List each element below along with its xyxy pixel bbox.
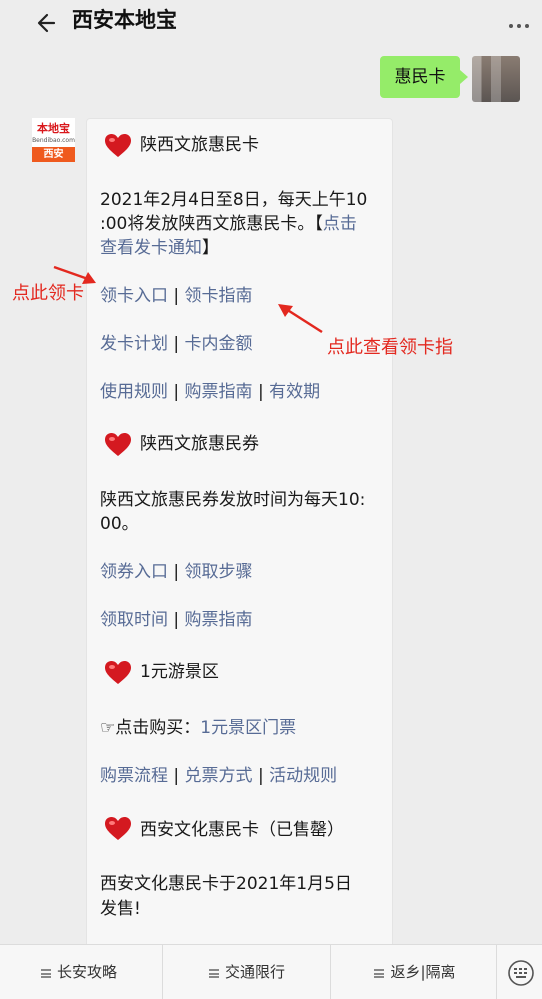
separator: | (173, 562, 180, 582)
link-row: 使用规则 | 购票指南 | 有效期 (100, 380, 320, 404)
claim-steps-link[interactable]: 领取步骤 (185, 562, 253, 582)
separator: | (257, 766, 264, 786)
more-dots-icon[interactable] (506, 14, 532, 34)
section-title: 1元游景区 (140, 662, 219, 682)
separator: | (173, 610, 180, 630)
paragraph-line: :00将发放陕西文旅惠民卡。【点击 (100, 212, 357, 236)
usage-rules-link[interactable]: 使用规则 (100, 382, 168, 402)
heart-icon (105, 433, 131, 456)
ticket-guide-link[interactable]: 购票指南 (185, 610, 253, 630)
divider (496, 945, 497, 999)
link-row: 领卡入口 | 领卡指南 (100, 284, 253, 308)
link-row: 发卡计划 | 卡内金额 (100, 332, 253, 356)
tab-changan-guide[interactable]: 长安攻略 (0, 945, 162, 999)
tab-return-home[interactable]: 返乡|隔离 (332, 945, 498, 999)
paragraph-line: 发售! (100, 899, 141, 919)
annotation-arrow-icon (53, 265, 96, 284)
separator: | (173, 766, 180, 786)
scenic-ticket-link[interactable]: 1元景区门票 (200, 718, 296, 738)
purchase-flow-link[interactable]: 购票流程 (100, 766, 168, 786)
menu-lines-icon (374, 969, 385, 978)
link-row: 购票流程 | 兑票方式 | 活动规则 (100, 764, 337, 788)
section-title: 陕西文旅惠民券 (140, 434, 259, 454)
bot-logo: 本地宝 Bendibao.com (32, 118, 75, 147)
redeem-method-link[interactable]: 兑票方式 (185, 766, 253, 786)
bot-city-label: 西安 (32, 147, 75, 162)
notice-link[interactable]: 查看发卡通知 (100, 238, 202, 258)
paragraph-line: 00。 (100, 514, 139, 534)
separator: | (173, 334, 180, 354)
my-message-bubble[interactable]: 惠民卡 (380, 56, 468, 98)
divider (162, 945, 163, 999)
card-guide-link[interactable]: 领卡指南 (185, 286, 253, 306)
card-amount-link[interactable]: 卡内金额 (185, 334, 253, 354)
link-row: 领券入口 | 领取步骤 (100, 560, 253, 584)
bot-logo-text: 本地宝 (37, 122, 70, 135)
paragraph-text: 】 (202, 238, 219, 258)
paragraph-line: 西安文化惠民卡于2021年1月5日 (100, 874, 352, 894)
section-title: 陕西文旅惠民卡 (140, 135, 259, 155)
paragraph-text: :00将发放陕西文旅惠民卡。【 (100, 214, 323, 234)
card-entry-link[interactable]: 领卡入口 (100, 286, 168, 306)
page-title: 西安本地宝 (72, 8, 177, 32)
keyboard-icon[interactable] (506, 958, 536, 988)
buy-row: ☞点击购买：1元景区门票 (100, 716, 296, 740)
tab-label: 交通限行 (224, 963, 285, 981)
menu-lines-icon (208, 969, 219, 978)
notice-link[interactable]: 点击 (323, 214, 357, 234)
top-bar: 西安本地宝 (0, 0, 542, 48)
link-row: 领取时间 | 购票指南 (100, 608, 253, 632)
coupon-entry-link[interactable]: 领券入口 (100, 562, 168, 582)
heart-icon (105, 817, 131, 840)
buy-prefix: ☞点击购买： (100, 718, 201, 738)
menu-lines-icon (40, 969, 51, 978)
paragraph-line: 陕西文旅惠民券发放时间为每天10: (100, 490, 366, 510)
ticket-guide-link[interactable]: 购票指南 (185, 382, 253, 402)
activity-rules-link[interactable]: 活动规则 (269, 766, 337, 786)
annotation-arrow-icon (278, 304, 323, 334)
tab-label: 长安攻略 (56, 963, 117, 981)
separator: | (257, 382, 264, 402)
bottom-menu-bar: 长安攻略 交通限行 返乡|隔离 (0, 944, 542, 999)
my-avatar[interactable] (472, 56, 520, 102)
validity-link[interactable]: 有效期 (269, 382, 320, 402)
claim-time-link[interactable]: 领取时间 (100, 610, 168, 630)
divider (330, 945, 331, 999)
paragraph-line: 2021年2月4日至8日，每天上午10 (100, 190, 368, 210)
annotation-right: 点此查看领卡指 (327, 337, 453, 358)
issue-plan-link[interactable]: 发卡计划 (100, 334, 168, 354)
paragraph-line: 查看发卡通知】 (100, 236, 219, 260)
bot-avatar[interactable]: 本地宝 Bendibao.com 西安 (32, 118, 75, 162)
section-title: 西安文化惠民卡（已售罄） (140, 820, 344, 840)
back-arrow-icon[interactable] (34, 9, 62, 37)
tab-label: 返乡|隔离 (390, 963, 456, 981)
separator: | (173, 286, 180, 306)
heart-icon (105, 134, 131, 157)
bot-site-text: Bendibao.com (32, 137, 75, 144)
heart-icon (105, 661, 131, 684)
tab-traffic-restriction[interactable]: 交通限行 (164, 945, 330, 999)
separator: | (173, 382, 180, 402)
